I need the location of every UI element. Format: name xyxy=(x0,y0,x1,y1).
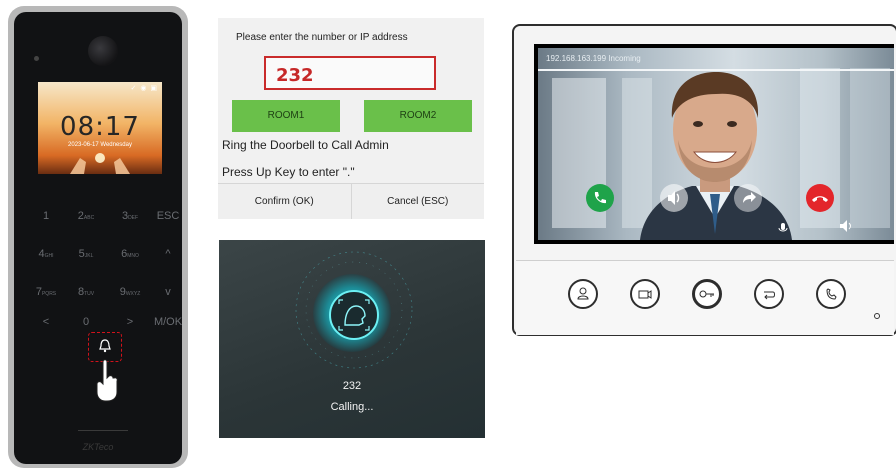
calling-panel: 232 Calling... xyxy=(219,240,485,438)
keypad-key[interactable]: 2ABC xyxy=(68,210,104,228)
transfer-call-button[interactable] xyxy=(754,279,784,309)
face-scan-icon xyxy=(329,290,379,340)
key-label: M/OK xyxy=(153,316,183,328)
video-camera-icon xyxy=(638,290,652,299)
key-label: v xyxy=(165,286,171,298)
dialog-prompt: Please enter the number or IP address xyxy=(236,32,408,43)
handset-button[interactable] xyxy=(816,279,846,309)
confirm-button[interactable]: Confirm (OK) xyxy=(218,184,351,219)
camera-lens-icon xyxy=(88,36,118,66)
answer-call-button[interactable] xyxy=(586,184,614,212)
doorbell-hint: Ring the Doorbell to Call Admin xyxy=(222,138,389,152)
keypad-key[interactable]: 1 xyxy=(28,210,64,228)
hang-up-button[interactable] xyxy=(806,184,834,212)
keypad-key[interactable]: 5JKL xyxy=(68,248,104,266)
number-input[interactable] xyxy=(264,56,436,90)
key-label: ^ xyxy=(165,248,171,260)
cancel-button[interactable]: Cancel (ESC) xyxy=(350,184,484,219)
keypad-key[interactable]: 7PQRS xyxy=(28,286,64,304)
key-label: ESC xyxy=(156,210,180,222)
hands-illustration xyxy=(70,153,130,174)
call-number-dialog: Please enter the number or IP address RO… xyxy=(218,18,484,219)
incoming-caption: 192.168.163.199 Incoming xyxy=(546,54,641,63)
divider xyxy=(78,430,128,431)
person-icon xyxy=(577,287,589,300)
status-icons: ✓ ◉ ▣ xyxy=(130,85,158,92)
keypad-key[interactable]: 9WXYZ xyxy=(112,286,148,304)
keypad-key[interactable]: ^ xyxy=(150,248,186,266)
key-sublabel: PQRS xyxy=(41,291,57,297)
terminal-screen: ✓ ◉ ▣ 08:17 2023-06-17 Wednesday xyxy=(38,82,162,174)
key-sublabel: DEF xyxy=(128,215,139,221)
calling-status: Calling... xyxy=(330,401,374,413)
keypad-key[interactable]: M/OK xyxy=(150,316,186,334)
forward-arrow-icon xyxy=(743,192,756,203)
monitor-camera-button[interactable] xyxy=(630,279,660,309)
key-sublabel: MNO xyxy=(127,253,139,259)
terminal-date: 2023-06-17 Wednesday xyxy=(68,142,132,148)
keypad-key[interactable]: v xyxy=(150,286,186,304)
transfer-button[interactable] xyxy=(734,184,762,212)
key-label: < xyxy=(42,316,50,328)
key-sublabel: GHI xyxy=(44,253,54,259)
contacts-button[interactable] xyxy=(568,279,598,309)
visitor-portrait xyxy=(640,72,792,240)
keypad-key[interactable]: < xyxy=(28,316,64,334)
key-sublabel: TUV xyxy=(84,291,95,297)
microphone-hole xyxy=(874,313,880,319)
speaker-button[interactable] xyxy=(660,184,688,212)
calling-number: 232 xyxy=(342,380,362,392)
keypad-key[interactable]: 8TUV xyxy=(68,286,104,304)
keypad-key[interactable]: 6MNO xyxy=(112,248,148,266)
return-arrow-icon xyxy=(764,291,775,300)
volume-icon xyxy=(838,218,854,234)
ir-sensor-icon xyxy=(34,56,39,61)
speaker-icon xyxy=(668,191,680,205)
indoor-monitor: 192.168.163.199 Incoming xyxy=(512,24,896,336)
phone-icon xyxy=(826,288,837,300)
bell-icon xyxy=(99,339,111,353)
key-sublabel: ABC xyxy=(83,215,95,221)
dot-key-hint: Press Up Key to enter "." xyxy=(222,165,355,179)
monitor-screen: 192.168.163.199 Incoming xyxy=(534,44,894,244)
monitor-button-bar xyxy=(516,260,894,335)
key-label: > xyxy=(126,316,134,328)
key-label: 0 xyxy=(82,316,90,328)
terminal-clock: 08:17 xyxy=(60,112,140,142)
key-sublabel: JKL xyxy=(84,253,94,259)
unlock-button[interactable] xyxy=(692,279,722,309)
keypad-key[interactable]: 3DEF xyxy=(112,210,148,228)
keypad-key[interactable]: 4GHI xyxy=(28,248,64,266)
key-label: 1 xyxy=(42,210,50,222)
pointing-hand-icon xyxy=(96,359,118,402)
dialog-actions: Confirm (OK) Cancel (ESC) xyxy=(218,183,484,219)
key-icon xyxy=(699,290,714,298)
mic-icon xyxy=(778,222,788,234)
access-terminal: ✓ ◉ ▣ 08:17 2023-06-17 Wednesday 1 2ABC 3D… xyxy=(8,6,188,468)
phone-hangup-icon xyxy=(812,196,828,202)
phone-answer-icon xyxy=(594,192,606,204)
terminal-face: ✓ ◉ ▣ 08:17 2023-06-17 Wednesday 1 2ABC 3D… xyxy=(14,12,182,464)
key-sublabel: WXYZ xyxy=(125,291,141,297)
brand-logo: ZKTeco xyxy=(82,442,114,452)
room2-button[interactable]: ROOM2 xyxy=(364,100,472,132)
video-feed: 192.168.163.199 Incoming xyxy=(538,48,894,240)
keypad-key[interactable]: ESC xyxy=(150,210,186,228)
room1-button[interactable]: ROOM1 xyxy=(232,100,340,132)
